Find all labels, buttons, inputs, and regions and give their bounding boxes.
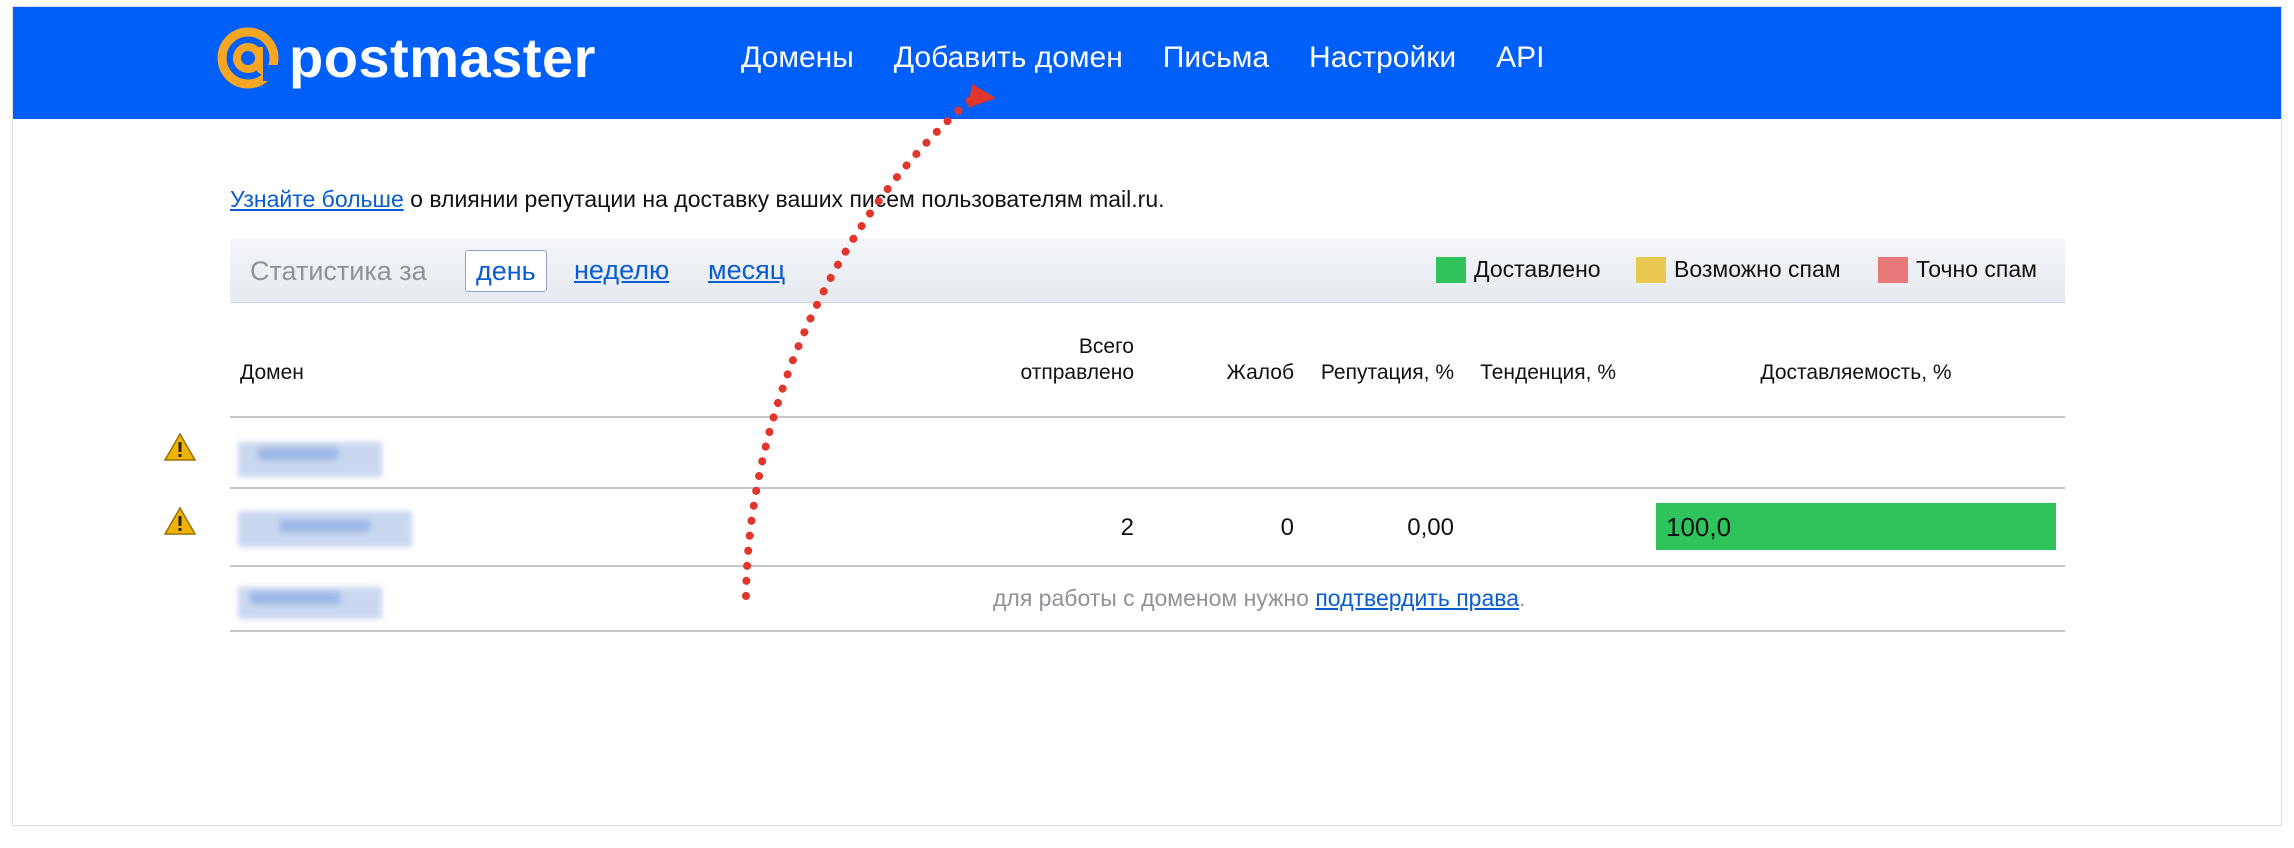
logo-text: postmaster — [289, 26, 596, 89]
table-row-divider — [230, 487, 2065, 489]
col-domain: Домен — [240, 361, 304, 384]
legend-label: Возможно спам — [1674, 256, 1841, 282]
main-nav: Домены Добавить домен Письма Настройки A… — [741, 40, 1585, 76]
cell-complaints: 0 — [1280, 514, 1294, 541]
legend-spam: Точно спам — [1878, 256, 2037, 283]
nav-settings[interactable]: Настройки — [1309, 40, 1456, 76]
legend-swatch-green — [1436, 256, 1466, 283]
note-text: для работы с доменом нужно — [993, 585, 1316, 611]
warning-icon — [163, 506, 197, 535]
info-text: о влиянии репутации на доставку ваших пи… — [403, 186, 1165, 212]
table-row-divider — [230, 565, 2065, 567]
col-trend: Тенденция, % — [1480, 361, 1616, 384]
table-divider — [230, 416, 2065, 418]
stats-label: Статистика за — [250, 256, 427, 286]
nav-add-domain[interactable]: Добавить домен — [894, 40, 1123, 76]
info-line: Узнайте больше о влиянии репутации на до… — [230, 186, 1165, 213]
period-day[interactable]: день — [465, 250, 547, 292]
col-complaints: Жалоб — [1226, 361, 1294, 384]
logo[interactable]: postmaster — [215, 18, 596, 98]
at-sign-icon — [217, 27, 279, 89]
verify-note: для работы с доменом нужно подтвердить п… — [993, 585, 1525, 612]
nav-letters[interactable]: Письма — [1163, 40, 1269, 76]
col-reputation: Репутация, % — [1320, 361, 1454, 384]
note-end: . — [1519, 585, 1526, 611]
col-sent-line2: отправлено — [1020, 361, 1134, 384]
cell-sent: 2 — [1120, 514, 1134, 541]
nav-api[interactable]: API — [1496, 40, 1544, 76]
learn-more-link[interactable]: Узнайте больше — [230, 186, 404, 212]
legend-delivered: Доставлено — [1436, 256, 1601, 283]
stats-bar: Статистика за день неделю месяц Доставле… — [230, 239, 2065, 303]
period-week[interactable]: неделю — [574, 250, 669, 290]
domain-name-redacted-detail — [280, 520, 370, 532]
deliverability-value: 100,0 — [1666, 512, 1732, 542]
legend-label: Доставлено — [1474, 256, 1601, 282]
domain-name-redacted-detail — [250, 592, 340, 604]
legend-label: Точно спам — [1916, 256, 2037, 282]
domain-name-redacted-detail — [258, 448, 338, 460]
col-sent: Всего отправлено — [960, 334, 1134, 386]
deliverability-bar: 100,0 — [1656, 503, 2056, 550]
col-sent-line1: Всего — [1078, 335, 1134, 358]
col-deliverability: Доставляемость, % — [1760, 361, 1952, 384]
table-bottom-divider — [230, 630, 2065, 632]
verify-rights-link[interactable]: подтвердить права — [1315, 585, 1519, 611]
period-month[interactable]: месяц — [708, 250, 785, 290]
legend-swatch-red — [1878, 256, 1908, 283]
warning-icon — [163, 432, 197, 461]
legend-swatch-yellow — [1636, 256, 1666, 283]
legend-maybe-spam: Возможно спам — [1636, 256, 1841, 283]
cell-reputation: 0,00 — [1407, 514, 1454, 541]
nav-domains[interactable]: Домены — [741, 40, 854, 76]
